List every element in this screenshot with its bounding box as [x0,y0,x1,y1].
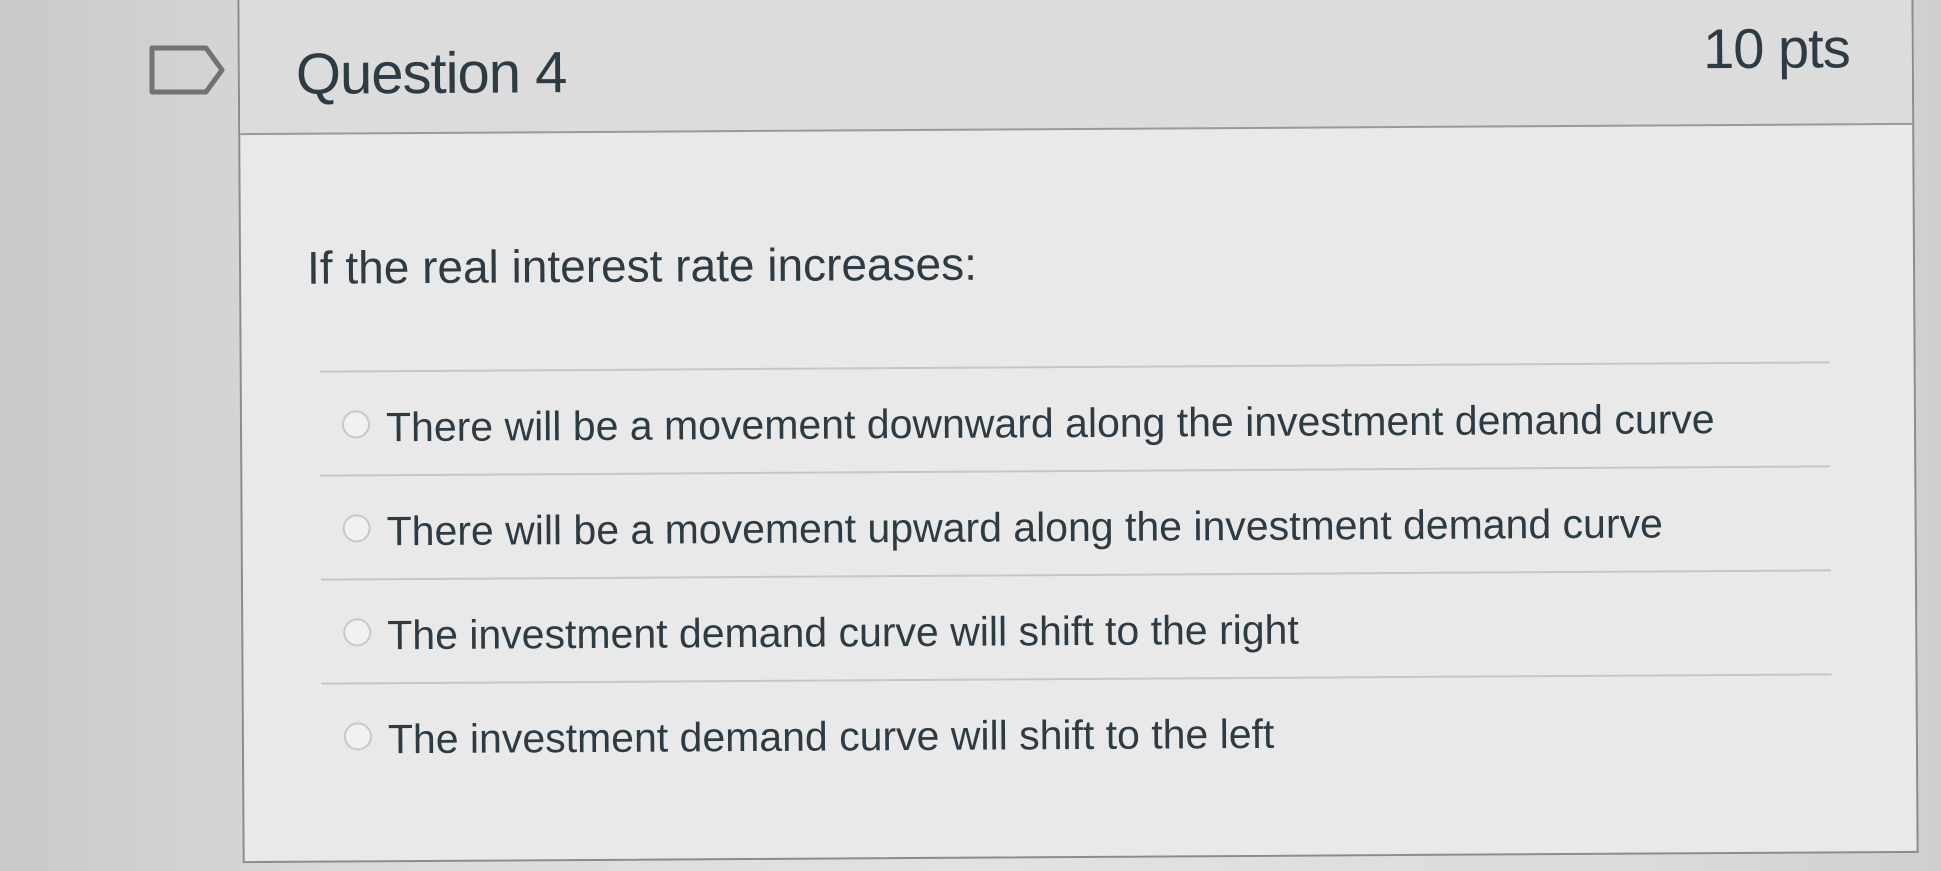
question-title: Question 4 [295,40,567,107]
answer-radio-3[interactable] [343,618,372,647]
question-header: Question 4 10 pts [239,0,1913,136]
answer-label-3[interactable]: The investment demand curve will shift t… [387,607,1299,660]
question-card: Question 4 10 pts If the real interest r… [237,0,1919,864]
answer-radio-2[interactable] [342,514,371,543]
answer-option-3[interactable]: The investment demand curve will shift t… [320,569,1832,683]
answer-option-4[interactable]: The investment demand curve will shift t… [321,673,1833,787]
answer-label-1[interactable]: There will be a movement downward along … [386,396,1715,451]
answer-radio-1[interactable] [341,410,371,439]
flag-icon[interactable] [148,44,226,96]
answer-option-2[interactable]: There will be a movement upward along th… [320,465,1831,579]
answer-label-4[interactable]: The investment demand curve will shift t… [388,711,1275,763]
answer-radio-4[interactable] [343,722,372,751]
answer-list: There will be a movement downward along … [319,361,1833,787]
answer-option-1[interactable]: There will be a movement downward along … [319,361,1831,475]
answer-label-2[interactable]: There will be a movement upward along th… [387,500,1663,555]
question-body: If the real interest rate increases: The… [240,125,1916,863]
question-text: If the real interest rate increases: [306,237,978,294]
question-points: 10 pts [1702,16,1850,81]
